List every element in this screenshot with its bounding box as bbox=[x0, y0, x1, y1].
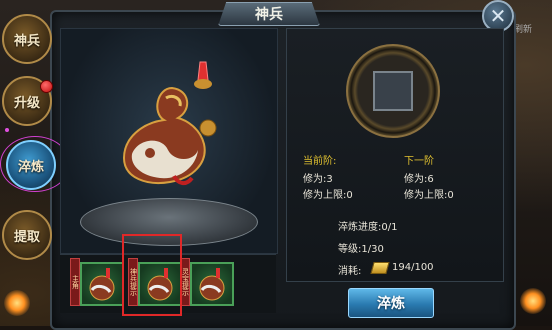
current-level: 修为:3 bbox=[303, 174, 333, 185]
current-stage-label: 当前阶: bbox=[303, 156, 337, 167]
tab-extract[interactable]: 提取 bbox=[2, 210, 52, 260]
gourd-icon bbox=[199, 268, 225, 301]
gold-ingot-icon bbox=[370, 262, 390, 274]
corner-label: 刷新 bbox=[514, 25, 533, 35]
close-icon: ✕ bbox=[489, 4, 507, 28]
grade: 等级:1/30 bbox=[338, 244, 384, 255]
item-slot-2[interactable] bbox=[190, 262, 234, 306]
torch-left bbox=[4, 290, 30, 316]
cost-label: 消耗: bbox=[338, 266, 362, 277]
selected-item-highlight bbox=[122, 234, 182, 316]
item-tag-0: 主角 bbox=[70, 258, 80, 306]
gourd-weapon-icon bbox=[122, 61, 217, 185]
torch-right bbox=[520, 288, 546, 314]
empty-slot[interactable] bbox=[373, 71, 413, 111]
tab-extract-label: 提取 bbox=[13, 229, 40, 245]
item-slot-0[interactable] bbox=[80, 262, 124, 306]
tab-upgrade-label: 升级 bbox=[13, 95, 40, 111]
cost-value: 194/100 bbox=[392, 262, 434, 273]
window-title: 神兵 bbox=[255, 7, 283, 23]
tab-weapon-label: 神兵 bbox=[13, 33, 40, 49]
gourd-icon bbox=[89, 268, 115, 301]
marker-dot bbox=[5, 128, 9, 132]
notification-badge bbox=[40, 80, 53, 93]
next-stage-label: 下一阶 bbox=[404, 156, 434, 167]
current-limit: 修为上限:0 bbox=[303, 190, 353, 201]
next-limit: 修为上限:0 bbox=[404, 190, 454, 201]
refine-button[interactable]: 淬炼 bbox=[348, 288, 434, 318]
refine-progress: 淬炼进度:0/1 bbox=[338, 222, 398, 233]
tab-weapon[interactable]: 神兵 bbox=[2, 14, 52, 64]
window-title-bar: 神兵 bbox=[218, 2, 320, 26]
next-level: 修为:6 bbox=[404, 174, 434, 185]
